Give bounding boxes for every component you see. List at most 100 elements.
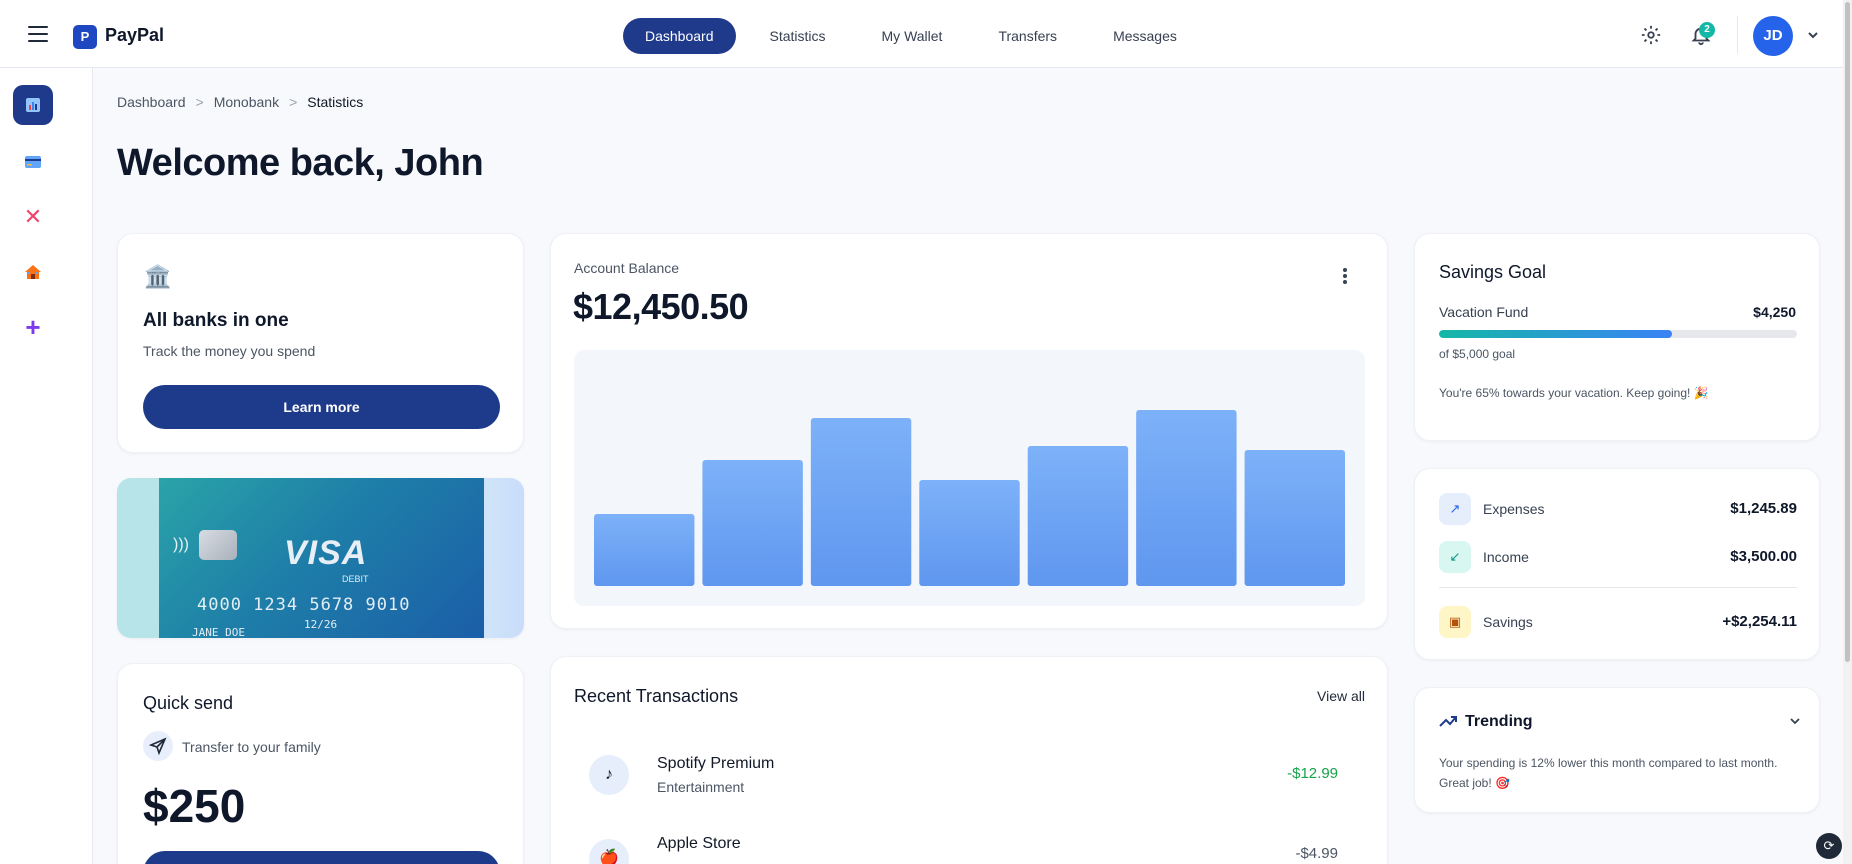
card-number: 4000 1234 5678 9010 [197,595,411,615]
transaction-row[interactable]: ♪ Spotify Premium Entertainment -$12.99 [574,741,1366,801]
stat-value: +$2,254.11 [1722,613,1797,630]
paypal-logo-icon: P [73,25,97,49]
stat-value: $3,500.00 [1730,548,1797,565]
contactless-icon: ))) [173,536,189,553]
header-divider [1737,16,1738,54]
nav-messages[interactable]: Messages [1091,18,1199,54]
send-button[interactable] [143,851,500,864]
breadcrumb-monobank[interactable]: Monobank [214,94,279,110]
gear-icon[interactable] [1640,24,1662,46]
chart-bar[interactable] [919,480,1020,586]
chevron-down-icon[interactable] [1806,28,1820,42]
chart-bar[interactable] [1136,410,1237,586]
transaction-name: Spotify Premium [657,755,775,772]
nav-dashboard[interactable]: Dashboard [623,18,736,54]
notification-badge: 2 [1699,22,1715,38]
banks-title: All banks in one [143,310,289,331]
savings-progress-bar [1439,330,1797,338]
page-title: Welcome back, John [117,142,484,184]
learn-more-button[interactable]: Learn more [143,385,500,429]
savings-fund-value: $4,250 [1753,304,1796,320]
transaction-amount: -$4.99 [1295,845,1338,862]
app-name: PayPal [105,25,165,45]
stat-value: $1,245.89 [1730,500,1797,517]
trending-text: Your spending is 12% lower this month co… [1439,756,1778,790]
chart-bar[interactable] [1244,450,1345,586]
send-icon [143,731,173,761]
breadcrumb-separator: > [289,94,298,110]
savings-progress-fill [1439,330,1672,338]
quick-send-subtitle: Transfer to your family [182,739,321,755]
chart-bar[interactable] [1027,446,1129,586]
chevron-down-icon[interactable] [1789,715,1801,727]
arrow-up-right-icon: ↗ [1439,493,1471,525]
trending-card[interactable]: Trending Your spending is 12% lower this… [1414,687,1820,813]
visa-card-face: ))) VISA DEBIT 4000 1234 5678 9010 12/26… [159,478,484,638]
savings-fund-label: Vacation Fund [1439,304,1529,320]
savings-goal-target: of $5,000 goal [1439,347,1516,361]
stat-expenses: ↗ Expenses $1,245.89 [1439,493,1797,525]
stat-label: Income [1483,549,1529,565]
apple-icon: 🍎 [589,839,629,864]
balance-chart [574,350,1365,606]
stats-divider [1439,587,1797,588]
chart-bar[interactable] [702,460,803,586]
avatar[interactable]: JD [1753,16,1793,56]
music-icon: ♪ [589,755,629,795]
view-all-link[interactable]: View all [1317,688,1365,704]
breadcrumb: Dashboard > Monobank > Statistics [117,94,363,110]
nav-statistics[interactable]: Statistics [748,18,848,54]
arrow-down-left-icon: ↙ [1439,541,1471,573]
transactions-card: Recent Transactions View all ♪ Spotify P… [550,656,1388,864]
card-expiry: 12/26 [304,618,338,631]
sidebar: ✕ + [0,68,93,864]
chart-bar[interactable] [810,418,912,586]
balance-amount: $12,450.50 [573,286,749,327]
chip-icon [199,530,237,560]
top-bar: P PayPal Dashboard Statistics My Wallet … [0,0,1852,68]
stat-income: ↙ Income $3,500.00 [1439,541,1797,573]
balance-label: Account Balance [574,260,680,276]
savings-message: You're 65% towards your vacation. Keep g… [1439,386,1709,400]
card-holder: JANE DOE [192,626,245,638]
transaction-name: Apple Store [657,835,741,852]
stat-label: Expenses [1483,501,1545,517]
main-nav: Dashboard Statistics My Wallet Transfers… [623,18,1211,54]
visa-card[interactable]: ))) VISA DEBIT 4000 1234 5678 9010 12/26… [117,478,524,638]
trending-up-icon [1439,716,1457,727]
quick-send-title: Quick send [143,693,234,713]
breadcrumb-separator: > [195,94,204,110]
bar-chart [594,410,1345,586]
breadcrumb-dashboard[interactable]: Dashboard [117,94,186,110]
trending-title: Trending [1465,713,1533,730]
nav-my-wallet[interactable]: My Wallet [860,18,965,54]
wallet-icon: ▣ [1439,606,1471,638]
home-icon[interactable] [13,252,53,292]
quick-send-amount: $250 [143,780,246,832]
savings-goal-title: Savings Goal [1439,262,1547,282]
nav-transfers[interactable]: Transfers [976,18,1079,54]
balance-card: Account Balance $12,450.50 [550,233,1388,629]
savings-goal-card: Savings Goal Vacation Fund $4,250 of $5,… [1414,233,1820,441]
banks-subtitle: Track the money you spend [143,343,316,359]
plus-icon[interactable]: + [13,307,53,347]
stats-card: ↗ Expenses $1,245.89 ↙ Income $3,500.00 … [1414,468,1820,660]
refresh-icon[interactable]: ⟳ [1816,833,1842,859]
transaction-amount: -$12.99 [1287,765,1338,782]
bar-chart-icon[interactable] [13,85,53,125]
more-options-icon[interactable] [1341,268,1349,286]
menu-icon[interactable] [28,26,48,42]
banks-card: 🏛️ All banks in one Track the money you … [117,233,524,453]
stat-label: Savings [1483,614,1533,630]
card-type: DEBIT [342,574,369,584]
chart-bar[interactable] [594,514,695,586]
quick-send-card: Quick send Transfer to your family $250 [117,663,524,864]
transaction-category: Entertainment [657,779,745,795]
transactions-title: Recent Transactions [574,686,739,706]
visa-logo: VISA [284,534,368,572]
card-icon[interactable] [13,142,53,182]
scrollbar-thumb[interactable] [1845,2,1850,662]
x-icon[interactable]: ✕ [13,197,53,237]
breadcrumb-statistics: Statistics [307,94,364,110]
transaction-row[interactable]: 🍎 Apple Store -$4.99 [574,825,1366,864]
